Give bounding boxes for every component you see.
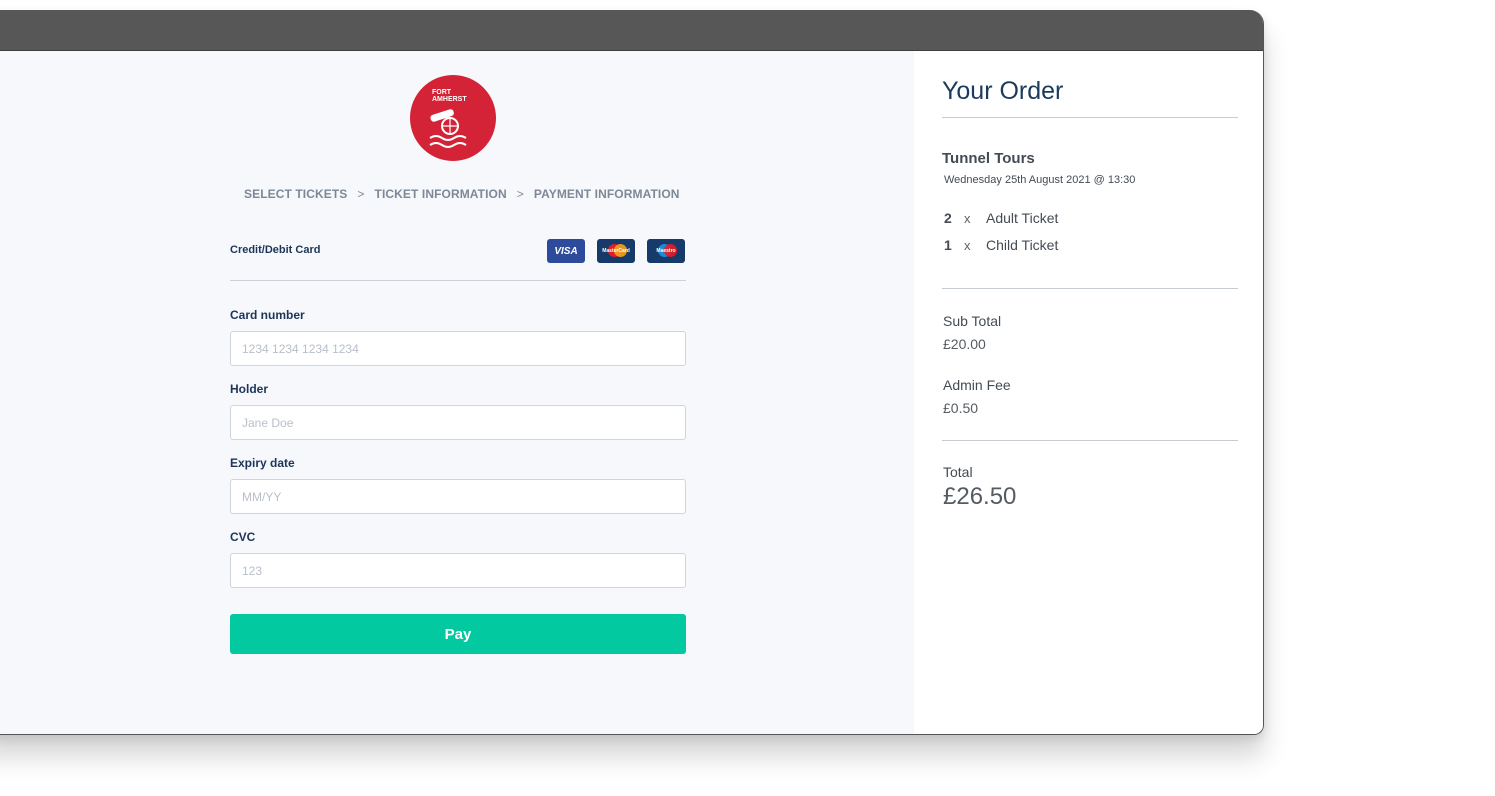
times-symbol: x (964, 211, 971, 226)
pay-button[interactable]: Pay (230, 614, 686, 654)
expiry-label: Expiry date (230, 456, 295, 470)
event-date: Wednesday 25th August 2021 @ 13:30 (944, 174, 1136, 186)
maestro-wordmark: Maestro (656, 248, 676, 254)
mastercard-wordmark: MasterCard (602, 248, 630, 254)
cvc-label: CVC (230, 530, 256, 544)
card-number-label: Card number (230, 308, 305, 322)
browser-window: FORT AMHERST SELECT TICKETS > TICKET INFOR… (0, 10, 1264, 735)
total-value: £26.50 (943, 483, 1017, 510)
visa-icon: VISA (547, 239, 585, 263)
ticket-type: Child Ticket (986, 237, 1059, 253)
event-name: Tunnel Tours (942, 150, 1035, 167)
cannon-icon (429, 109, 467, 148)
cvc-placeholder: 123 (242, 564, 263, 578)
order-title-divider (942, 117, 1238, 118)
total-label: Total (943, 464, 973, 480)
mastercard-icon: MasterCard (597, 239, 635, 263)
subtotal-value: £20.00 (943, 336, 986, 352)
holder-label: Holder (230, 382, 269, 396)
logo-text-line1: FORT (432, 89, 452, 96)
window-titlebar (0, 10, 1263, 51)
fort-amherst-logo: FORT AMHERST (410, 75, 496, 161)
order-summary-panel: Your Order Tunnel Tours Wednesday 25th A… (914, 51, 1263, 734)
card-number-input[interactable]: 1234 1234 1234 1234 (230, 331, 686, 366)
ticket-type: Adult Ticket (986, 210, 1059, 226)
ticket-quantity: 2 (944, 210, 952, 226)
card-number-placeholder: 1234 1234 1234 1234 (242, 342, 359, 356)
ticket-line-item: 1 x Child Ticket (944, 237, 1058, 253)
cvc-input[interactable]: 123 (230, 553, 686, 588)
admin-fee-value: £0.50 (943, 400, 979, 416)
breadcrumb-select-tickets[interactable]: SELECT TICKETS (244, 187, 347, 201)
holder-placeholder: Jane Doe (242, 416, 294, 430)
maestro-icon: Maestro (647, 239, 685, 263)
expiry-placeholder: MM/YY (242, 490, 282, 504)
times-symbol: x (964, 238, 971, 253)
breadcrumb-separator: > (357, 187, 365, 201)
order-title: Your Order (942, 77, 1064, 105)
admin-fee-label: Admin Fee (943, 377, 1011, 393)
payment-panel: FORT AMHERST SELECT TICKETS > TICKET INFOR… (0, 51, 914, 734)
breadcrumb: SELECT TICKETS > TICKET INFORMATION > PAYMEN… (244, 187, 704, 201)
expiry-input[interactable]: MM/YY (230, 479, 686, 514)
breadcrumb-separator: > (516, 187, 524, 201)
subtotal-label: Sub Total (943, 313, 1002, 329)
tickets-divider (942, 288, 1238, 289)
ticket-quantity: 1 (944, 237, 952, 253)
logo-text: FORT AMHERST (432, 89, 476, 103)
totals-divider (942, 440, 1238, 441)
holder-input[interactable]: Jane Doe (230, 405, 686, 440)
ticket-line-item: 2 x Adult Ticket (944, 210, 1058, 226)
breadcrumb-payment-information: PAYMENT INFORMATION (533, 187, 680, 201)
payment-method-label: Credit/Debit Card (230, 244, 321, 256)
payment-divider (230, 280, 686, 281)
logo-text-line2: AMHERST (432, 96, 467, 103)
breadcrumb-ticket-information[interactable]: TICKET INFORMATION (375, 187, 507, 201)
